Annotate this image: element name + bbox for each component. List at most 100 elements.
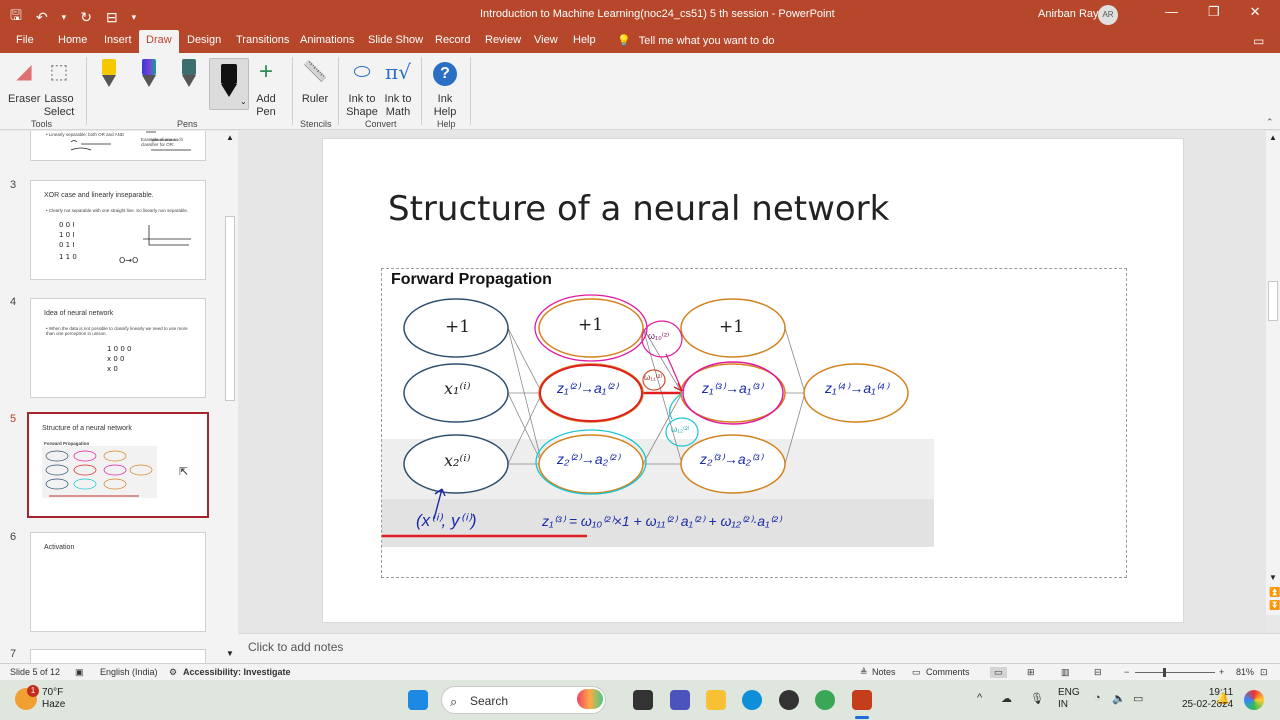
zoom-slider[interactable] — [1135, 672, 1215, 673]
redo-icon[interactable]: ↻ — [80, 9, 92, 26]
language-indicator[interactable]: English (India) — [100, 667, 158, 677]
microphone-icon[interactable]: 🎙 — [1030, 692, 1044, 705]
windows-start-icon[interactable] — [408, 690, 428, 710]
forward-propagation-image[interactable]: Forward Propagation +1 x₁⁽ⁱ⁾ x₂⁽ⁱ⁾ +1 z₁… — [382, 269, 934, 547]
save-icon[interactable]: 🖫 — [10, 5, 22, 29]
tab-draw[interactable]: Draw — [139, 30, 179, 53]
scrollbar-thumb[interactable] — [225, 216, 235, 401]
spelling-icon[interactable]: ▣ — [75, 667, 84, 678]
slide-scrollbar[interactable]: ▲ ▼ ⏫ ⏬ — [1266, 131, 1280, 615]
svg-text:0 0 I: 0 0 I — [59, 221, 74, 229]
chrome-icon[interactable] — [815, 690, 835, 710]
previous-slide-icon[interactable]: ⏫ — [1269, 587, 1280, 598]
restore-icon[interactable]: ❐ — [1208, 4, 1220, 20]
content-placeholder[interactable]: Forward Propagation +1 x₁⁽ⁱ⁾ x₂⁽ⁱ⁾ +1 z₁… — [381, 268, 1127, 578]
current-slide[interactable]: Structure of a neural network Forward Pr… — [322, 138, 1184, 623]
collapse-ribbon-icon[interactable]: ⌃ — [1266, 117, 1274, 128]
accessibility-icon[interactable]: ⚙ — [169, 667, 177, 678]
scroll-up-icon[interactable]: ▲ — [1269, 133, 1277, 142]
slide-thumbnail-4[interactable]: Idea of neural network • When the data i… — [30, 298, 206, 398]
slide-number: 3 — [10, 179, 17, 191]
add-pen-button[interactable]: + Add Pen — [252, 57, 280, 119]
tab-slide-show[interactable]: Slide Show — [368, 34, 423, 46]
eraser-button[interactable]: ◢ Eraser — [8, 57, 40, 106]
ribbon-tabs: File Home Insert Draw Design Transitions… — [0, 30, 1280, 53]
scroll-down-icon[interactable]: ▼ — [1269, 573, 1277, 582]
slide-thumbnails-pane: • Linearly separable: both OR and AND Ex… — [0, 131, 222, 663]
user-name[interactable]: Anirban Ray — [1038, 8, 1099, 20]
notes-placeholder[interactable]: Click to add notes — [248, 640, 343, 654]
undo-icon[interactable]: ↶ — [36, 9, 48, 26]
scroll-down-icon[interactable]: ▼ — [226, 649, 234, 658]
slideshow-icon[interactable]: ⊟ — [1094, 667, 1102, 678]
reading-view-icon[interactable]: ▥ — [1061, 667, 1070, 678]
ink-to-math-button[interactable]: π√ Ink to Math — [381, 57, 415, 119]
wifi-icon[interactable]: ◔ — [1094, 692, 1101, 704]
ink-to-shape-button[interactable]: ⬭ Ink to Shape — [345, 57, 379, 119]
app-icon[interactable] — [779, 690, 799, 710]
tab-review[interactable]: Review — [485, 34, 521, 46]
tab-file[interactable]: File — [16, 34, 34, 46]
slide-thumbnail-3[interactable]: XOR case and linearly inseparable. • Cle… — [30, 180, 206, 280]
slide-sorter-icon[interactable]: ⊞ — [1027, 667, 1035, 678]
notes-button[interactable]: Notes — [872, 667, 896, 677]
scrollbar-thumb[interactable] — [1268, 281, 1278, 321]
edge-icon[interactable] — [742, 690, 762, 710]
weather-widget[interactable]: 70°F Haze — [42, 687, 65, 711]
minimize-icon[interactable]: — — [1165, 4, 1178, 20]
pen-teal[interactable] — [181, 59, 197, 95]
comments-button[interactable]: Comments — [926, 667, 970, 677]
pen-dropdown-icon[interactable]: ⌄ — [240, 97, 247, 106]
zoom-out-button[interactable]: − — [1124, 667, 1129, 677]
close-icon[interactable]: ✕ — [1250, 4, 1261, 20]
notes-pane[interactable]: Click to add notes — [238, 633, 1280, 663]
battery-icon[interactable]: ▭ — [1133, 692, 1143, 705]
tab-home[interactable]: Home — [58, 34, 87, 46]
slide-thumbnail-5[interactable]: Structure of a neural network Forward Pr… — [27, 412, 209, 518]
file-explorer-icon[interactable] — [706, 690, 726, 710]
taskbar-search[interactable]: ⌕ Search — [441, 686, 606, 714]
volume-icon[interactable]: 🔈 — [1112, 692, 1126, 705]
slide-thumbnail-7[interactable] — [30, 649, 206, 663]
lasso-select-button[interactable]: ⬚ Lasso Select — [42, 57, 76, 119]
zoom-slider-thumb[interactable] — [1163, 668, 1166, 677]
pen-multicolor[interactable] — [141, 59, 157, 95]
present-icon[interactable]: ⊟ — [106, 9, 118, 26]
tab-animations[interactable]: Animations — [300, 34, 354, 46]
notification-bell-icon[interactable]: 🔔 — [1216, 692, 1230, 705]
slide-title[interactable]: Structure of a neural network — [388, 189, 889, 229]
tab-design[interactable]: Design — [187, 34, 221, 46]
powerpoint-taskbar-icon[interactable] — [852, 690, 872, 710]
scroll-up-icon[interactable]: ▲ — [226, 133, 234, 142]
teams-icon[interactable] — [670, 690, 690, 710]
ink-help-button[interactable]: ? Ink Help — [428, 57, 462, 119]
onedrive-icon[interactable]: ☁ — [1001, 692, 1012, 705]
comment-icon[interactable]: ▭ — [1253, 34, 1264, 48]
tell-me-box[interactable]: 💡 Tell me what you want to do — [617, 34, 774, 47]
tray-chevron-icon[interactable]: ^ — [977, 692, 982, 704]
tab-record[interactable]: Record — [435, 34, 470, 46]
normal-view-icon[interactable]: ▭ — [990, 667, 1007, 678]
pen-yellow[interactable] — [101, 59, 117, 95]
accessibility-status[interactable]: Accessibility: Investigate — [183, 667, 291, 677]
tab-help[interactable]: Help — [573, 34, 596, 46]
weight-w11: ω₁₁⁽²⁾ — [644, 373, 663, 382]
tab-view[interactable]: View — [534, 34, 558, 46]
copilot-icon[interactable] — [1244, 690, 1264, 710]
tab-insert[interactable]: Insert — [104, 34, 132, 46]
task-view-icon[interactable] — [633, 690, 653, 710]
customize-qat-icon[interactable]: ▾ — [132, 12, 137, 23]
next-slide-icon[interactable]: ⏬ — [1269, 600, 1280, 611]
undo-dropdown-icon[interactable]: ▾ — [62, 12, 67, 23]
zoom-level[interactable]: 81% — [1236, 667, 1254, 677]
ruler-button[interactable]: 📏 Ruler — [300, 57, 330, 106]
avatar[interactable]: AR — [1098, 5, 1118, 25]
zoom-in-button[interactable]: + — [1219, 667, 1224, 677]
language-switcher[interactable]: ENG IN — [1058, 687, 1080, 711]
thumbnails-scrollbar[interactable]: ▲ ▼ — [222, 131, 238, 663]
fit-slide-icon[interactable]: ⊡ — [1260, 667, 1268, 678]
slide-thumbnail-2[interactable]: • Linearly separable: both OR and AND Ex… — [30, 131, 206, 161]
slide-thumbnail-6[interactable]: Activation — [30, 532, 206, 632]
tab-transitions[interactable]: Transitions — [236, 34, 289, 46]
pen-black-selected[interactable]: ⌄ — [209, 58, 249, 110]
